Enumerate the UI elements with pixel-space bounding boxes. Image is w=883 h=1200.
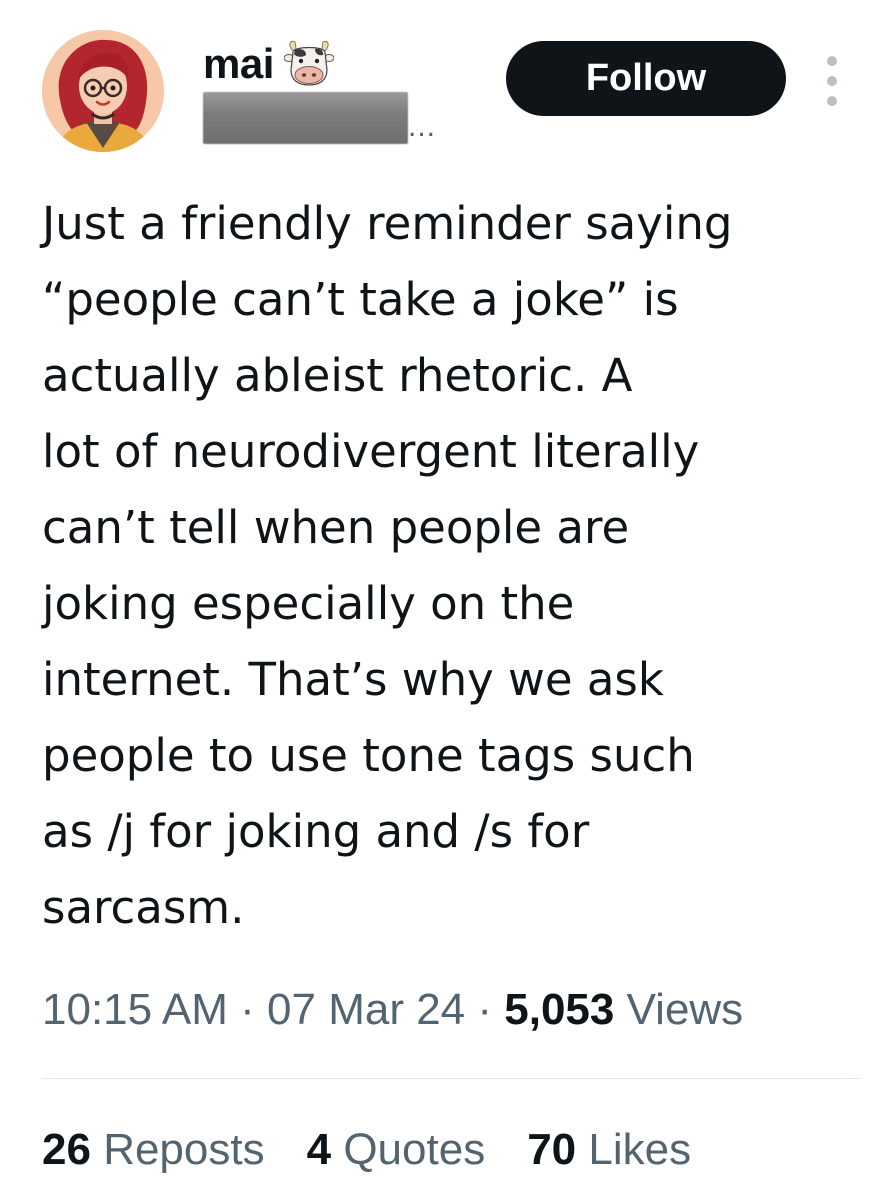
quotes-count: 4	[306, 1125, 332, 1174]
tweet-text: Just a friendly reminder saying “people …	[42, 186, 872, 946]
tweet-time[interactable]: 10:15 AM	[42, 985, 228, 1034]
tweet-date[interactable]: 07 Mar 24	[267, 985, 465, 1034]
tweet-line: Just a friendly reminder saying	[42, 197, 733, 250]
dot	[827, 56, 837, 66]
display-name[interactable]: mai	[203, 42, 274, 85]
reposts-label: Reposts	[103, 1125, 265, 1174]
engagement-stats: 26 Reposts 4 Quotes 70 Likes	[42, 1124, 691, 1177]
likes-label: Likes	[588, 1125, 692, 1174]
meta-separator: ·	[477, 985, 493, 1034]
tweet-line: “people can’t take a joke” is	[42, 273, 679, 326]
quotes-stat[interactable]: 4 Quotes	[307, 1124, 486, 1177]
tweet-line: as /j for joking and /s for	[42, 805, 590, 858]
tweet-line: actually ableist rhetoric. A	[42, 349, 633, 402]
reposts-stat[interactable]: 26 Reposts	[42, 1124, 265, 1177]
handle-ellipsis: ...	[408, 110, 437, 143]
divider	[42, 1078, 860, 1079]
quotes-label: Quotes	[343, 1125, 486, 1174]
dot	[827, 96, 837, 106]
tweet-line: can’t tell when people are	[42, 501, 630, 554]
avatar-illustration	[42, 30, 164, 152]
tweet-line: sarcasm.	[42, 881, 245, 934]
likes-count: 70	[527, 1125, 577, 1174]
dot	[827, 76, 837, 86]
views-label: Views	[626, 985, 744, 1034]
tweet-meta: 10:15 AM · 07 Mar 24 · 5,053 Views	[42, 984, 743, 1037]
tweet-line: joking especially on the	[42, 577, 575, 630]
avatar[interactable]	[42, 30, 164, 152]
handle-redacted	[203, 92, 408, 144]
tweet-line: internet. That’s why we ask	[42, 653, 664, 706]
tweet-line: lot of neurodivergent literally	[42, 425, 700, 478]
meta-separator: ·	[240, 985, 255, 1034]
cow-face-icon	[283, 40, 335, 91]
tweet-line: people to use tone tags such	[42, 729, 695, 782]
views-count: 5,053	[504, 985, 615, 1034]
follow-button[interactable]: Follow	[506, 41, 786, 116]
likes-stat[interactable]: 70 Likes	[527, 1124, 691, 1177]
more-vertical-icon[interactable]	[820, 56, 844, 106]
reposts-count: 26	[42, 1125, 91, 1174]
author-name-row[interactable]: mai	[203, 36, 335, 91]
